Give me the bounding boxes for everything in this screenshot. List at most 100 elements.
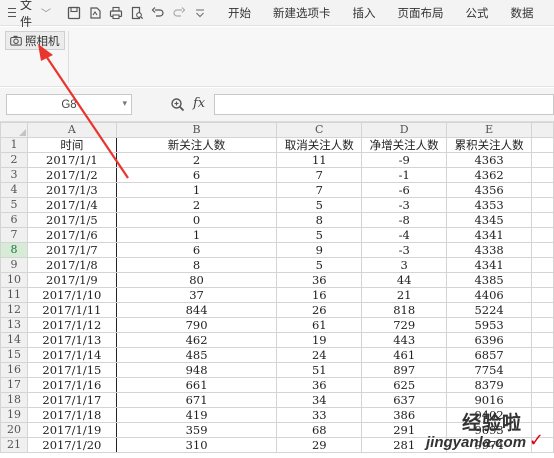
table-cell[interactable]: 2017/1/20 — [26, 437, 117, 453]
table-cell[interactable]: 2017/1/7 — [26, 242, 117, 258]
row-header[interactable]: 10 — [0, 272, 28, 288]
table-cell[interactable]: 37 — [115, 287, 278, 303]
table-cell[interactable]: 2017/1/2 — [26, 167, 117, 183]
row-header[interactable]: 2 — [0, 152, 28, 168]
table-cell[interactable] — [531, 137, 554, 153]
table-cell[interactable]: 4406 — [446, 287, 533, 303]
table-cell[interactable]: 948 — [115, 362, 278, 378]
table-cell[interactable]: 5 — [276, 227, 363, 243]
table-cell[interactable]: 5224 — [446, 302, 533, 318]
row-header[interactable]: 9 — [0, 257, 28, 273]
table-cell[interactable]: 386 — [361, 407, 448, 423]
header-cell[interactable]: 取消关注人数 — [276, 137, 363, 153]
table-cell[interactable]: -1 — [361, 167, 448, 183]
table-cell[interactable] — [531, 167, 554, 183]
table-cell[interactable] — [531, 332, 554, 348]
table-cell[interactable]: 4385 — [446, 272, 533, 288]
table-cell[interactable]: 2017/1/10 — [26, 287, 117, 303]
table-cell[interactable]: 5953 — [446, 317, 533, 333]
tab-review[interactable]: 审 — [545, 5, 554, 21]
table-cell[interactable]: 9693 — [446, 422, 533, 438]
table-cell[interactable] — [531, 362, 554, 378]
tab-page-layout[interactable]: 页面布局 — [387, 5, 455, 21]
table-cell[interactable]: 0 — [115, 212, 278, 228]
row-header[interactable]: 18 — [0, 392, 28, 408]
save-icon[interactable] — [67, 6, 81, 20]
table-cell[interactable]: 897 — [361, 362, 448, 378]
table-cell[interactable] — [531, 302, 554, 318]
table-cell[interactable]: 4356 — [446, 182, 533, 198]
table-cell[interactable]: 2017/1/6 — [26, 227, 117, 243]
file-menu[interactable]: 文件 ﹀ — [0, 0, 51, 29]
table-cell[interactable]: 2017/1/8 — [26, 257, 117, 273]
tab-formulas[interactable]: 公式 — [455, 5, 500, 21]
table-cell[interactable] — [531, 377, 554, 393]
table-cell[interactable]: 2017/1/13 — [26, 332, 117, 348]
table-cell[interactable]: 419 — [115, 407, 278, 423]
table-cell[interactable]: 2 — [115, 197, 278, 213]
row-header[interactable]: 13 — [0, 317, 28, 333]
table-cell[interactable]: 26 — [276, 302, 363, 318]
table-cell[interactable]: -4 — [361, 227, 448, 243]
table-cell[interactable]: 9974 — [446, 437, 533, 453]
camera-button[interactable]: 照相机 — [5, 31, 65, 50]
row-header[interactable]: 16 — [0, 362, 28, 378]
table-cell[interactable]: 2017/1/18 — [26, 407, 117, 423]
header-cell[interactable]: 净增关注人数 — [361, 137, 448, 153]
table-cell[interactable]: 2017/1/11 — [26, 302, 117, 318]
table-cell[interactable]: 291 — [361, 422, 448, 438]
customize-toolbar-icon[interactable] — [193, 6, 207, 20]
table-cell[interactable]: 4345 — [446, 212, 533, 228]
tab-new-tab[interactable]: 新建选项卡 — [262, 5, 342, 21]
table-cell[interactable]: 4353 — [446, 197, 533, 213]
table-cell[interactable]: -9 — [361, 152, 448, 168]
print-icon[interactable] — [109, 6, 123, 20]
table-cell[interactable]: 68 — [276, 422, 363, 438]
table-cell[interactable]: 7754 — [446, 362, 533, 378]
table-cell[interactable]: 36 — [276, 272, 363, 288]
table-cell[interactable]: 2017/1/17 — [26, 392, 117, 408]
table-cell[interactable]: 818 — [361, 302, 448, 318]
tab-start[interactable]: 开始 — [217, 5, 262, 21]
select-all-corner[interactable] — [0, 122, 28, 138]
table-cell[interactable]: 790 — [115, 317, 278, 333]
column-header[interactable]: C — [276, 122, 363, 138]
table-cell[interactable]: 9 — [276, 242, 363, 258]
table-cell[interactable]: 16 — [276, 287, 363, 303]
table-cell[interactable]: 4338 — [446, 242, 533, 258]
table-cell[interactable]: 661 — [115, 377, 278, 393]
row-header[interactable]: 15 — [0, 347, 28, 363]
table-cell[interactable]: 6396 — [446, 332, 533, 348]
row-header[interactable]: 6 — [0, 212, 28, 228]
table-cell[interactable]: 7 — [276, 167, 363, 183]
table-cell[interactable]: 2017/1/15 — [26, 362, 117, 378]
formula-input[interactable] — [214, 94, 554, 115]
row-header[interactable]: 19 — [0, 407, 28, 423]
table-cell[interactable]: 9016 — [446, 392, 533, 408]
chevron-down-icon[interactable]: ▾ — [122, 98, 127, 109]
row-header[interactable]: 21 — [0, 437, 28, 453]
table-cell[interactable]: 6857 — [446, 347, 533, 363]
table-cell[interactable]: 461 — [361, 347, 448, 363]
table-cell[interactable]: 5 — [276, 197, 363, 213]
table-cell[interactable] — [531, 287, 554, 303]
row-header[interactable]: 20 — [0, 422, 28, 438]
table-cell[interactable]: 2017/1/9 — [26, 272, 117, 288]
row-header[interactable]: 5 — [0, 197, 28, 213]
header-cell[interactable]: 时间 — [26, 137, 117, 153]
row-header[interactable]: 17 — [0, 377, 28, 393]
table-cell[interactable]: 8 — [276, 212, 363, 228]
table-cell[interactable]: -3 — [361, 242, 448, 258]
table-cell[interactable]: 8 — [115, 257, 278, 273]
table-cell[interactable]: 4363 — [446, 152, 533, 168]
table-cell[interactable]: 4341 — [446, 227, 533, 243]
table-cell[interactable]: -6 — [361, 182, 448, 198]
redo-icon[interactable] — [172, 6, 186, 20]
table-cell[interactable] — [531, 212, 554, 228]
table-cell[interactable]: 61 — [276, 317, 363, 333]
table-cell[interactable] — [531, 347, 554, 363]
table-cell[interactable] — [531, 257, 554, 273]
table-cell[interactable] — [531, 227, 554, 243]
insert-function-icon[interactable]: fx — [193, 96, 205, 111]
table-cell[interactable]: 281 — [361, 437, 448, 453]
